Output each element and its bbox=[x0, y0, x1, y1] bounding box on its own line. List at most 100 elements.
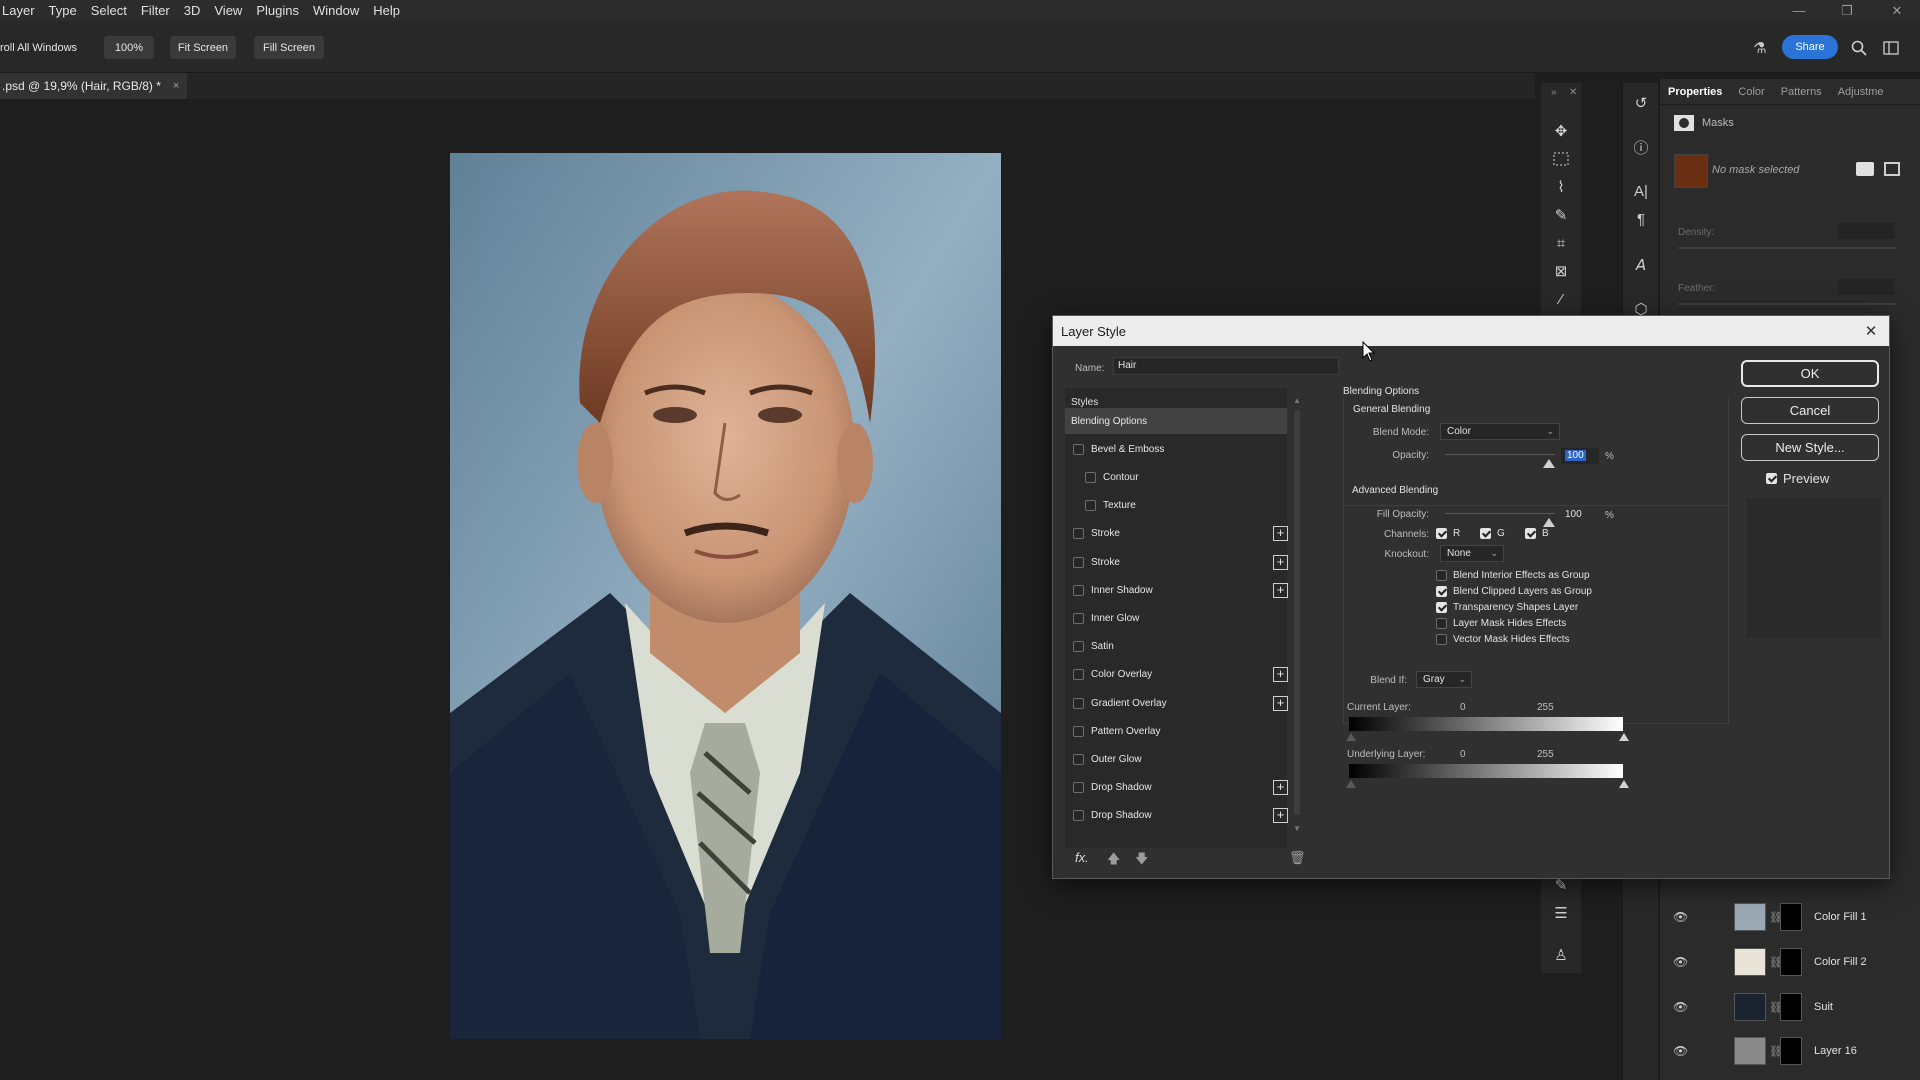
style-checkbox[interactable] bbox=[1073, 443, 1084, 455]
quick-selection-tool-icon[interactable]: ✎ bbox=[1549, 203, 1573, 227]
preview-checkbox[interactable]: Preview bbox=[1766, 471, 1829, 486]
fill-opacity-slider[interactable] bbox=[1445, 513, 1555, 514]
delete-effect-icon[interactable]: 🗑 bbox=[1289, 850, 1306, 866]
advanced-option-checkbox[interactable]: Vector Mask Hides Effects bbox=[1436, 634, 1570, 645]
move-down-icon[interactable]: 🡇 bbox=[1135, 850, 1148, 872]
current-layer-white-thumb[interactable] bbox=[1619, 733, 1629, 741]
style-item[interactable]: Bevel & Emboss bbox=[1065, 436, 1287, 462]
style-checkbox[interactable] bbox=[1073, 669, 1084, 681]
scroll-down-icon[interactable]: ▼ bbox=[1293, 824, 1301, 833]
menu-item-view[interactable]: View bbox=[207, 0, 249, 21]
dialog-title-bar[interactable]: Layer Style bbox=[1053, 316, 1889, 346]
menu-item-select[interactable]: Select bbox=[84, 0, 134, 21]
style-checkbox[interactable] bbox=[1073, 556, 1084, 568]
advanced-option-checkbox[interactable]: Layer Mask Hides Effects bbox=[1436, 618, 1566, 629]
style-item[interactable]: Blending Options bbox=[1065, 408, 1287, 434]
opacity-slider-thumb[interactable] bbox=[1543, 459, 1555, 468]
blend-mode-select[interactable]: Color ⌄ bbox=[1440, 423, 1560, 440]
underlying-layer-black-thumb[interactable] bbox=[1346, 780, 1356, 788]
add-effect-icon[interactable]: + bbox=[1273, 667, 1288, 683]
feather-field[interactable] bbox=[1838, 279, 1894, 295]
menu-item-type[interactable]: Type bbox=[42, 0, 84, 21]
menu-item-help[interactable]: Help bbox=[366, 0, 407, 21]
fx-icon[interactable]: fx. bbox=[1075, 850, 1089, 865]
menu-item-3d[interactable]: 3D bbox=[177, 0, 208, 21]
marquee-tool-icon[interactable] bbox=[1549, 147, 1573, 171]
minimize-button[interactable]: — bbox=[1782, 0, 1816, 21]
share-button[interactable]: Share bbox=[1782, 35, 1838, 59]
layer-row[interactable]: 👁 ⛓ Color Fill 1 bbox=[1659, 895, 1920, 939]
crop-tool-icon[interactable]: ⌗ bbox=[1549, 231, 1573, 255]
fill-opacity-input[interactable]: 100 bbox=[1561, 507, 1599, 523]
style-checkbox[interactable] bbox=[1073, 697, 1084, 709]
strip-close-icon[interactable]: ✕ bbox=[1569, 87, 1577, 98]
style-checkbox[interactable] bbox=[1073, 810, 1084, 822]
opacity-slider[interactable] bbox=[1445, 454, 1555, 455]
layer-row[interactable]: 👁⛓Curves 7 bbox=[1659, 1074, 1920, 1080]
style-item[interactable]: Texture bbox=[1065, 493, 1287, 519]
workspace-icon[interactable] bbox=[1880, 37, 1902, 59]
search-icon[interactable] bbox=[1848, 37, 1870, 59]
style-name-input[interactable]: Hair bbox=[1113, 357, 1339, 375]
style-item[interactable]: Contour bbox=[1065, 464, 1287, 490]
menu-item-window[interactable]: Window bbox=[306, 0, 366, 21]
style-checkbox[interactable] bbox=[1073, 753, 1084, 765]
add-effect-icon[interactable]: + bbox=[1273, 554, 1288, 570]
knockout-select[interactable]: None ⌄ bbox=[1440, 545, 1504, 562]
menu-item-layer[interactable]: Layer bbox=[0, 0, 42, 21]
fill-screen-button[interactable]: Fill Screen bbox=[254, 36, 324, 59]
add-effect-icon[interactable]: + bbox=[1273, 526, 1288, 542]
style-item[interactable]: Inner Shadow + bbox=[1065, 577, 1288, 603]
restore-button[interactable]: ❐ bbox=[1830, 0, 1864, 21]
add-effect-icon[interactable]: + bbox=[1273, 695, 1288, 711]
close-tab-icon[interactable]: × bbox=[173, 80, 179, 92]
style-checkbox[interactable] bbox=[1073, 782, 1084, 794]
zoom-100-button[interactable]: 100% bbox=[104, 36, 154, 59]
density-slider[interactable] bbox=[1678, 247, 1896, 249]
cancel-button[interactable]: Cancel bbox=[1741, 397, 1879, 424]
tab-patterns[interactable]: Patterns bbox=[1773, 79, 1830, 105]
new-style-button[interactable]: New Style... bbox=[1741, 434, 1879, 461]
channel-b-checkbox[interactable]: B bbox=[1525, 528, 1549, 539]
flask-icon[interactable]: ⚗ bbox=[1749, 37, 1771, 59]
layer-row[interactable]: 👁 ⛓ Layer 16 bbox=[1659, 1029, 1920, 1073]
menu-item-filter[interactable]: Filter bbox=[134, 0, 177, 21]
style-checkbox[interactable] bbox=[1085, 500, 1096, 512]
history-icon[interactable]: ↺ bbox=[1629, 91, 1653, 115]
fill-opacity-slider-thumb[interactable] bbox=[1543, 518, 1555, 527]
blend-if-select[interactable]: Gray ⌄ bbox=[1416, 671, 1472, 688]
expand-icon[interactable]: » bbox=[1551, 87, 1557, 98]
visibility-eye-icon[interactable]: 👁 bbox=[1673, 910, 1688, 924]
advanced-option-checkbox[interactable]: Transparency Shapes Layer bbox=[1436, 602, 1578, 613]
tab-adjustme[interactable]: Adjustme bbox=[1830, 79, 1892, 105]
stamp-tool-icon[interactable]: ♙ bbox=[1549, 943, 1573, 967]
density-field[interactable] bbox=[1838, 223, 1894, 239]
adjustments-icon[interactable]: ☰ bbox=[1549, 901, 1573, 925]
glyphs-icon[interactable]: 𝘈 bbox=[1629, 253, 1653, 277]
style-checkbox[interactable] bbox=[1073, 612, 1084, 624]
style-item[interactable]: Satin bbox=[1065, 634, 1287, 660]
style-item[interactable]: Gradient Overlay + bbox=[1065, 690, 1288, 716]
style-checkbox[interactable] bbox=[1073, 725, 1084, 737]
visibility-eye-icon[interactable]: 👁 bbox=[1673, 1000, 1688, 1014]
eyedropper-tool-icon[interactable]: ⁄ bbox=[1549, 287, 1573, 311]
lasso-tool-icon[interactable]: ⌇ bbox=[1549, 175, 1573, 199]
current-layer-black-thumb[interactable] bbox=[1346, 733, 1356, 741]
window-close-button[interactable]: ✕ bbox=[1880, 0, 1914, 21]
channel-g-checkbox[interactable]: G bbox=[1480, 528, 1505, 539]
style-checkbox[interactable] bbox=[1073, 641, 1084, 653]
advanced-option-checkbox[interactable]: Blend Interior Effects as Group bbox=[1436, 570, 1590, 581]
scrollbar-thumb[interactable] bbox=[1294, 410, 1300, 815]
move-tool-icon[interactable]: ✥ bbox=[1549, 119, 1573, 143]
style-item[interactable]: Pattern Overlay bbox=[1065, 718, 1287, 744]
style-item[interactable]: Stroke + bbox=[1065, 521, 1288, 547]
scroll-all-windows-checkbox[interactable]: roll All Windows bbox=[0, 36, 80, 59]
underlying-layer-white-thumb[interactable] bbox=[1619, 780, 1629, 788]
layer-row[interactable]: 👁 ⛓ Color Fill 2 bbox=[1659, 940, 1920, 984]
add-effect-icon[interactable]: + bbox=[1273, 808, 1288, 824]
opacity-input[interactable]: 100 bbox=[1561, 448, 1599, 464]
add-effect-icon[interactable]: + bbox=[1273, 780, 1288, 796]
style-item[interactable]: Drop Shadow + bbox=[1065, 803, 1288, 829]
fit-screen-button[interactable]: Fit Screen bbox=[170, 36, 236, 59]
visibility-eye-icon[interactable]: 👁 bbox=[1673, 955, 1688, 969]
